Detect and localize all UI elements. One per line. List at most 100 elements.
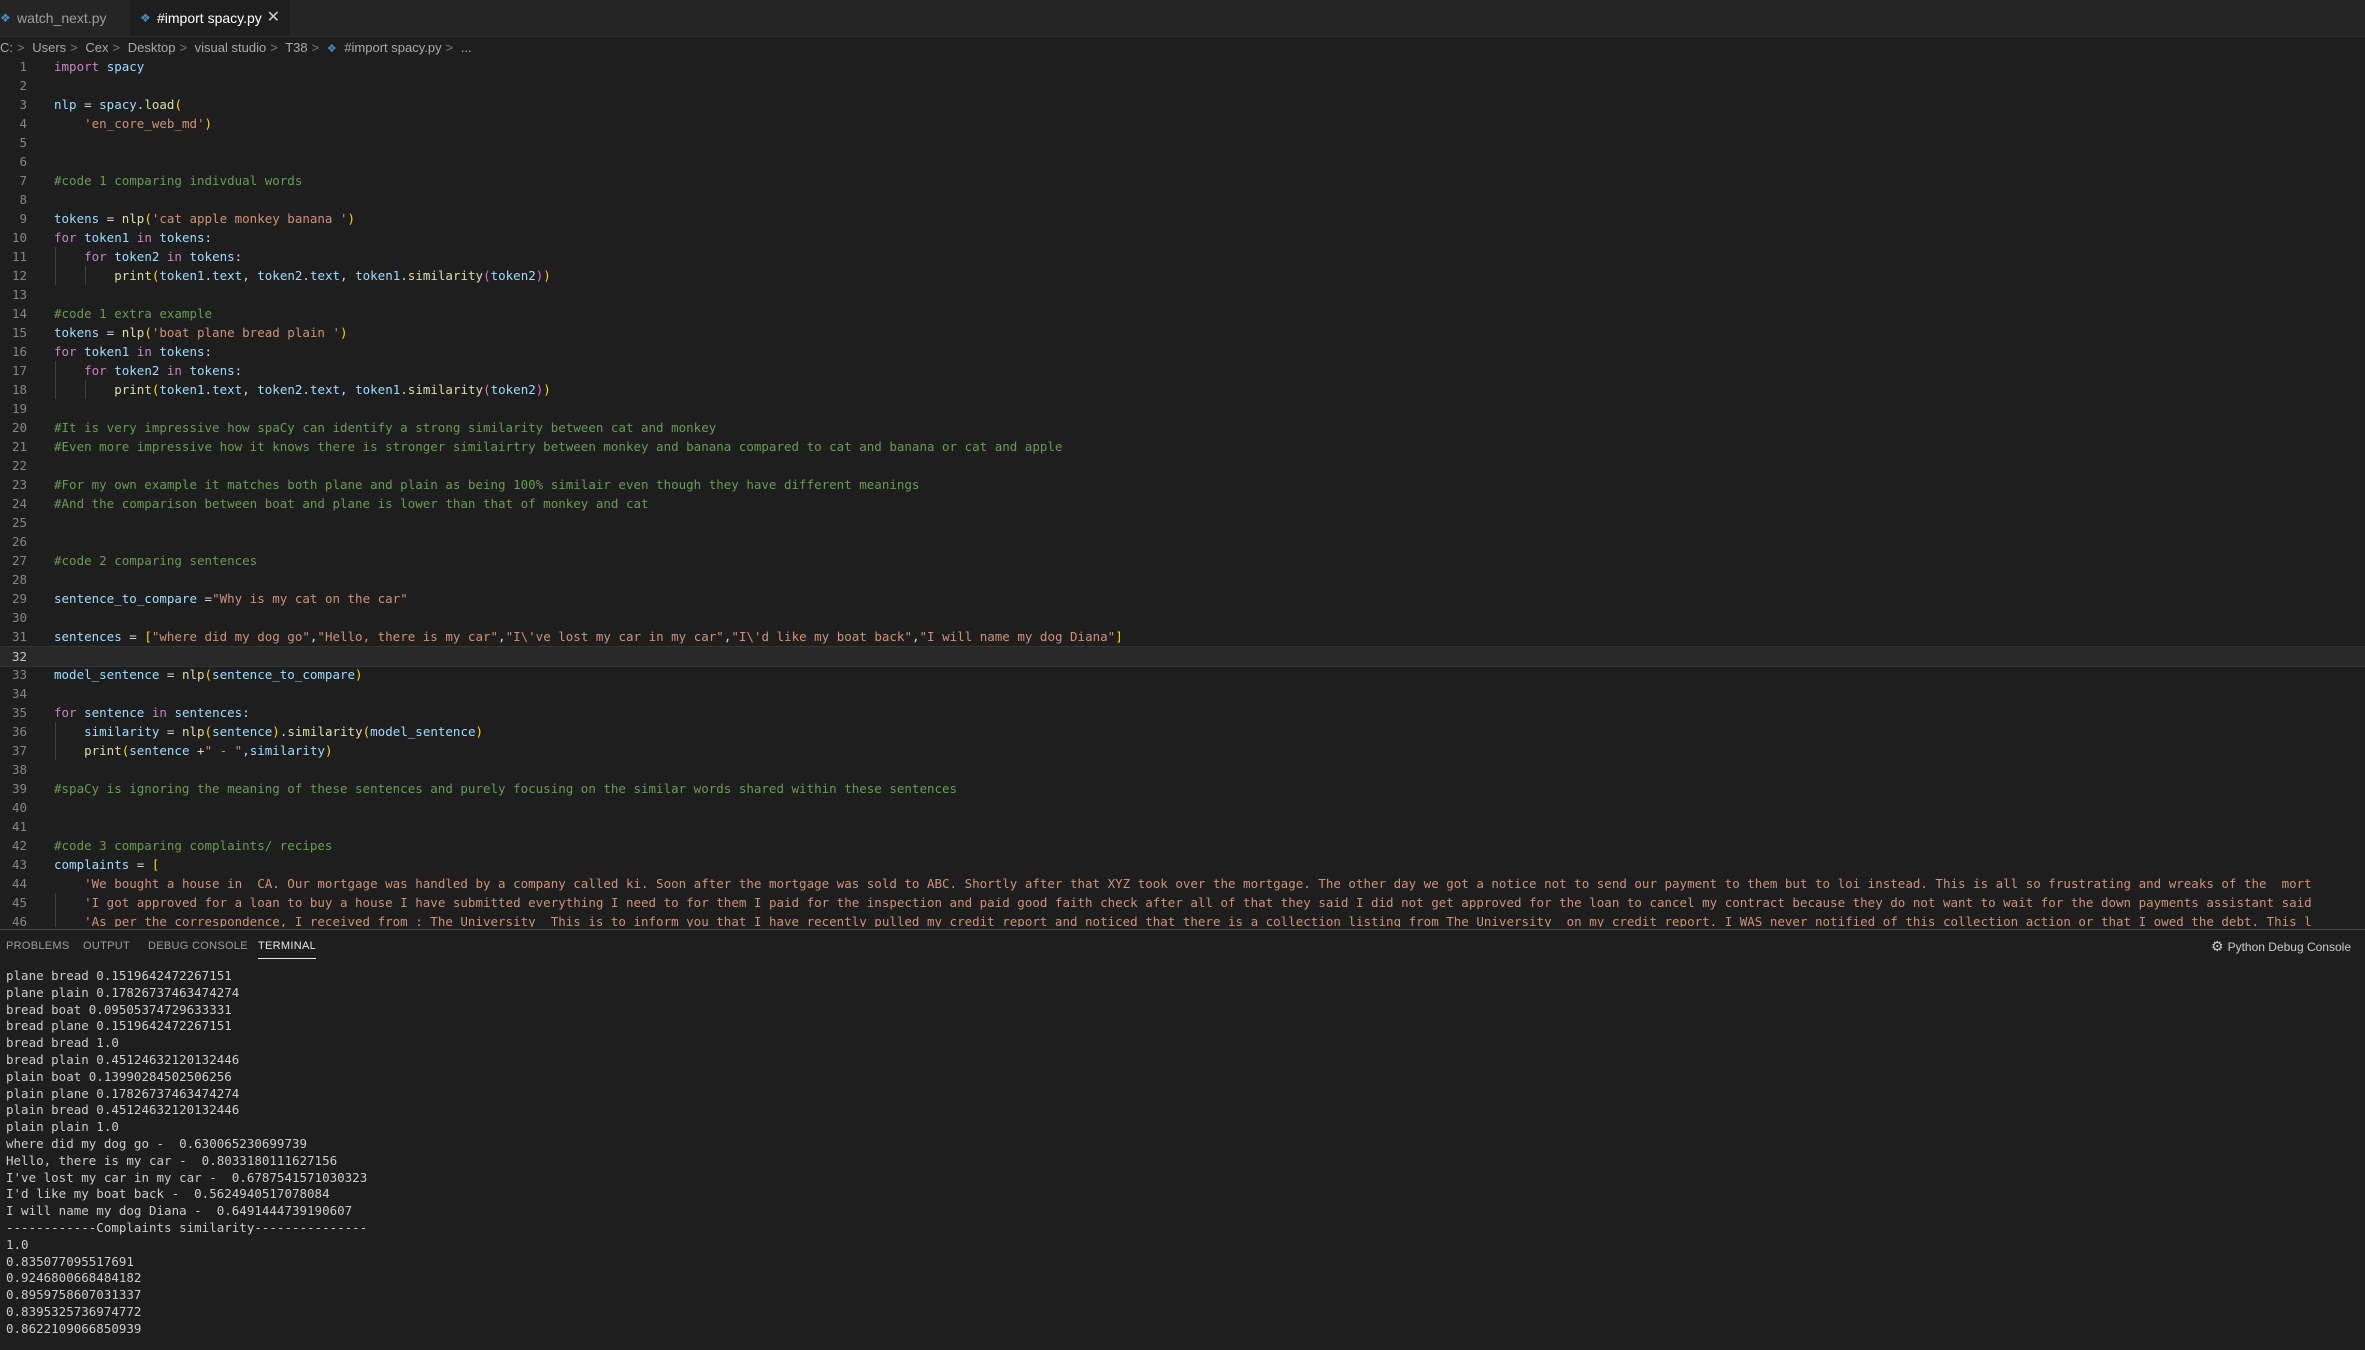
tab-problems[interactable]: PROBLEMS <box>6 930 70 963</box>
terminal-output[interactable]: plane bread 0.1519642472267151 plane plai… <box>6 968 367 1338</box>
code-line[interactable]: 7 #code 1 comparing indivdual words <box>0 171 2365 190</box>
code-token: #Even more impressive how it knows there… <box>54 439 1063 454</box>
code-line[interactable]: 6 <box>0 152 2365 171</box>
breadcrumb-item[interactable]: T38 <box>285 40 307 55</box>
line-number: 17 <box>11 363 27 378</box>
code-line[interactable]: 39 #spaCy is ignoring the meaning of thes… <box>0 779 2365 798</box>
code-line[interactable]: 28 <box>0 570 2365 589</box>
code-token: sentences <box>174 705 243 720</box>
code-line[interactable]: 32 <box>0 646 2365 667</box>
line-number: 32 <box>11 649 27 664</box>
code-line[interactable]: 27 #code 2 comparing sentences <box>0 551 2365 570</box>
code-token: complaints <box>54 857 130 872</box>
code-line[interactable]: 31 sentences = ["where did my dog go","He… <box>0 627 2365 646</box>
breadcrumb-item[interactable]: visual studio <box>195 40 267 55</box>
code-line[interactable]: 11 for token2 in tokens: <box>0 247 2365 266</box>
code-token: similarity <box>287 724 363 739</box>
code-line[interactable]: 9 tokens = nlp('cat apple monkey banana '… <box>0 209 2365 228</box>
python-file-icon: ❖ <box>0 11 11 25</box>
code-line[interactable]: 22 <box>0 456 2365 475</box>
code-line[interactable]: 15 tokens = nlp('boat plane bread plain '… <box>0 323 2365 342</box>
code-text: nlp = spacy.load( <box>54 95 182 114</box>
code-line[interactable]: 24 #And the comparison between boat and p… <box>0 494 2365 513</box>
code-token: nlp <box>181 724 205 739</box>
terminal-line: plain bread 0.45124632120132446 <box>6 1102 240 1118</box>
code-line[interactable]: 3 nlp = spacy.load( <box>0 95 2365 114</box>
indent-guide <box>55 247 56 285</box>
code-line[interactable]: 46 'As per the correspondence, I receive… <box>0 912 2365 927</box>
code-token: #It is very impressive how spaCy can ide… <box>54 420 717 435</box>
code-line[interactable]: 4 'en_core_web_md') <box>0 114 2365 133</box>
code-line[interactable]: 14 #code 1 extra example <box>0 304 2365 323</box>
code-line[interactable]: 36 similarity = nlp(sentence).similarity… <box>0 722 2365 741</box>
code-token: token1 <box>159 268 205 283</box>
terminal-selector[interactable]: ⚙ Python Debug Console <box>2211 930 2351 963</box>
code-token: #code 1 comparing indivdual words <box>54 173 303 188</box>
code-line[interactable]: 13 <box>0 285 2365 304</box>
breadcrumb-item[interactable]: Desktop <box>128 40 176 55</box>
code-token: token1 <box>355 382 401 397</box>
terminal-line: I'd like my boat back - 0.56249405170780… <box>6 1186 330 1202</box>
code-token: 'As per the correspondence, I received f… <box>84 914 2312 927</box>
code-token: . <box>400 382 408 397</box>
code-line[interactable]: 38 <box>0 760 2365 779</box>
tab-watch-next[interactable]: ❖ watch_next.py <box>0 0 118 36</box>
breadcrumb-item[interactable]: C: <box>0 40 13 55</box>
code-line[interactable]: 29 sentence_to_compare ="Why is my cat on… <box>0 589 2365 608</box>
close-icon[interactable]: ✕ <box>267 0 280 36</box>
code-text: complaints = [ <box>54 855 159 874</box>
line-number: 2 <box>19 78 27 93</box>
code-line[interactable]: 20 #It is very impressive how spaCy can i… <box>0 418 2365 437</box>
code-line[interactable]: 5 <box>0 133 2365 152</box>
code-line[interactable]: 35 for sentence in sentences: <box>0 703 2365 722</box>
code-line[interactable]: 23 #For my own example it matches both pl… <box>0 475 2365 494</box>
terminal-line: bread boat 0.09505374729633331 <box>6 1001 232 1017</box>
gear-icon: ⚙ <box>2211 938 2224 954</box>
code-line[interactable]: 8 <box>0 190 2365 209</box>
code-line[interactable]: 16 for token1 in tokens: <box>0 342 2365 361</box>
code-line[interactable]: 30 <box>0 608 2365 627</box>
code-text: for token2 in tokens: <box>54 247 242 266</box>
code-token: , <box>340 382 356 397</box>
code-line[interactable]: 25 <box>0 513 2365 532</box>
breadcrumb-item[interactable]: #import spacy.py <box>344 40 441 55</box>
code-line[interactable]: 42 #code 3 comparing complaints/ recipes <box>0 836 2365 855</box>
code-line[interactable]: 26 <box>0 532 2365 551</box>
code-line[interactable]: 1 import spacy <box>0 57 2365 76</box>
code-token: sentence <box>212 724 273 739</box>
tab-import-spacy[interactable]: ❖ #import spacy.py ✕ <box>130 0 290 36</box>
tab-debug-console[interactable]: DEBUG CONSOLE <box>148 930 248 963</box>
terminal-line: 1.0 <box>6 1236 29 1252</box>
code-line[interactable]: 2 <box>0 76 2365 95</box>
code-line[interactable]: 44 'We bought a house in CA. Our mortgag… <box>0 874 2365 893</box>
code-line[interactable]: 12 print(token1.text, token2.text, token… <box>0 266 2365 285</box>
line-number: 33 <box>11 667 27 682</box>
code-editor[interactable]: 1 import spacy 2 3 nlp = spacy.load(4 'en_co… <box>0 57 2365 927</box>
code-line[interactable]: 33 model_sentence = nlp(sentence_to_compa… <box>0 665 2365 684</box>
code-text: tokens = nlp('cat apple monkey banana ') <box>54 209 355 228</box>
code-token: #code 1 extra example <box>54 306 213 321</box>
code-token: , <box>340 268 356 283</box>
breadcrumb-item[interactable]: Cex <box>85 40 108 55</box>
line-number: 3 <box>19 97 27 112</box>
code-line[interactable]: 19 <box>0 399 2365 418</box>
code-token: nlp <box>121 211 145 226</box>
code-token: = <box>129 857 152 872</box>
code-line[interactable]: 45 'I got approved for a loan to buy a h… <box>0 893 2365 912</box>
code-line[interactable]: 40 <box>0 798 2365 817</box>
code-line[interactable]: 43 complaints = [ <box>0 855 2365 874</box>
tab-output[interactable]: OUTPUT <box>83 930 130 963</box>
code-line[interactable]: 41 <box>0 817 2365 836</box>
code-line[interactable]: 37 print(sentence +" - ",similarity) <box>0 741 2365 760</box>
code-token: sentence_to_compare <box>54 591 197 606</box>
code-line[interactable]: 34 <box>0 684 2365 703</box>
breadcrumb-item[interactable]: Users <box>32 40 66 55</box>
code-line[interactable]: 18 print(token1.text, token2.text, token… <box>0 380 2365 399</box>
breadcrumb-item[interactable]: ... <box>461 40 472 55</box>
code-line[interactable]: 21 #Even more impressive how it knows the… <box>0 437 2365 456</box>
code-token: spacy <box>99 97 137 112</box>
code-line[interactable]: 10 for token1 in tokens: <box>0 228 2365 247</box>
tab-terminal[interactable]: TERMINAL <box>258 930 317 963</box>
code-line[interactable]: 17 for token2 in tokens: <box>0 361 2365 380</box>
